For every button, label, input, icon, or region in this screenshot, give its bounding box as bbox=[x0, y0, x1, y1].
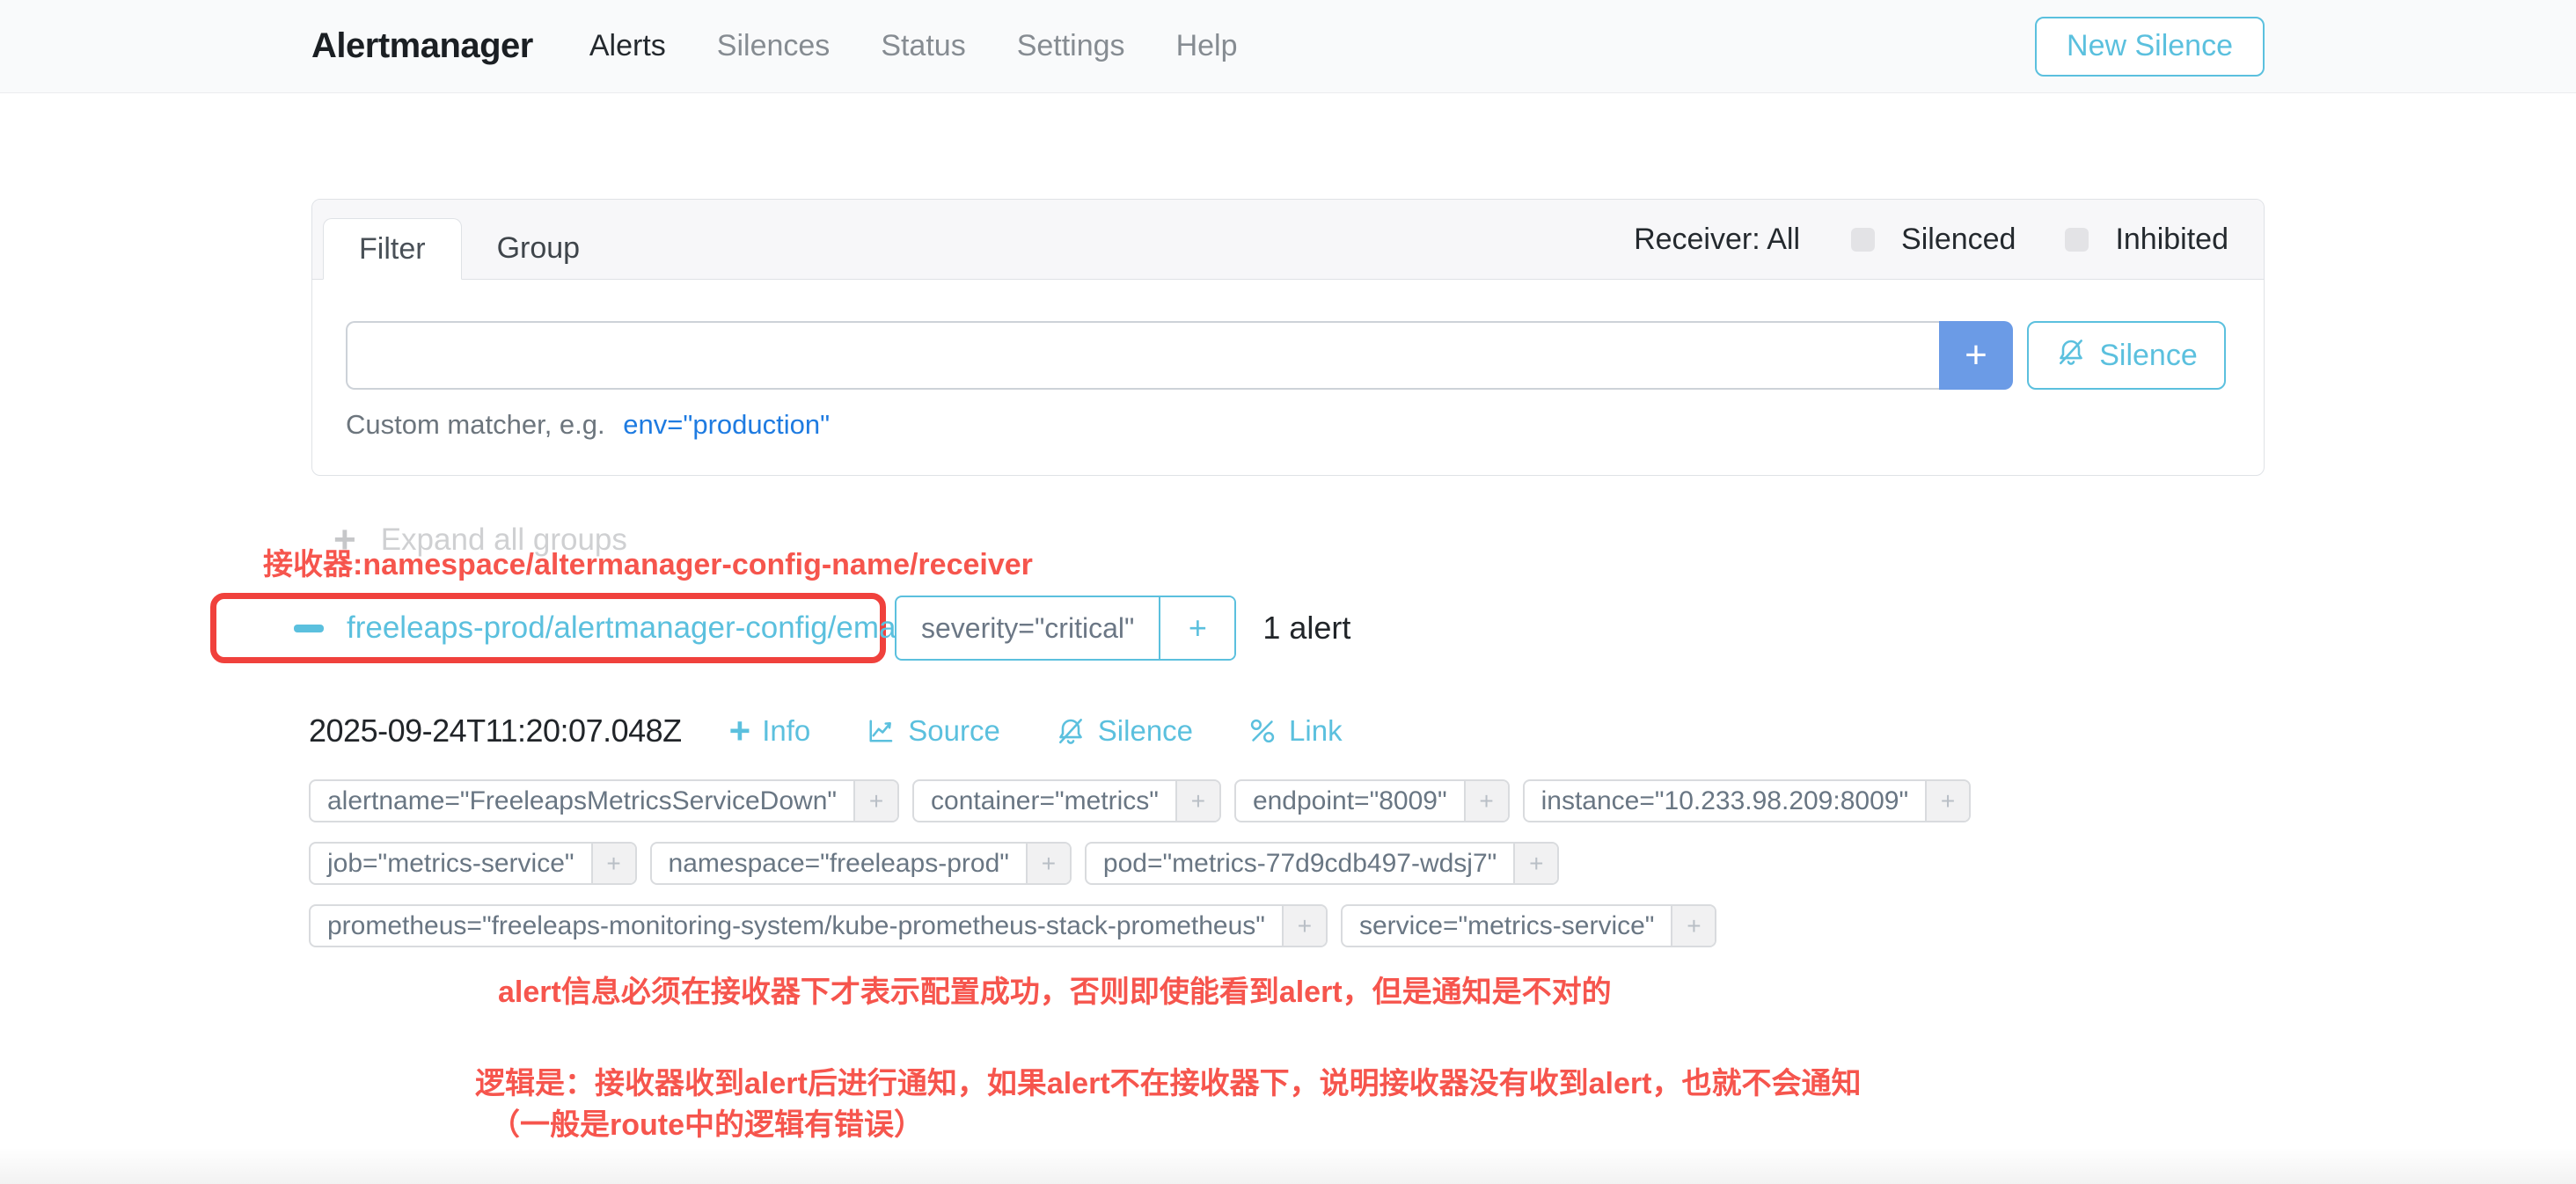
silence-link-label: Silence bbox=[1098, 714, 1193, 748]
alert-timestamp: 2025-09-24T11:20:07.048Z bbox=[309, 713, 682, 749]
alert-label-text: service="metrics-service" bbox=[1343, 906, 1672, 946]
silence-button-label: Silence bbox=[2099, 339, 2198, 373]
alert-count: 1 alert bbox=[1262, 610, 1350, 647]
inhibited-checkbox[interactable] bbox=[2065, 228, 2089, 252]
inhibited-label[interactable]: Inhibited bbox=[2115, 223, 2228, 257]
alert-label-text: instance="10.233.98.209:8009" bbox=[1525, 781, 1925, 821]
alert-label-tag: instance="10.233.98.209:8009"+ bbox=[1523, 779, 1971, 822]
label-add-button[interactable]: + bbox=[853, 781, 897, 821]
alert-label-text: alertname="FreeleapsMetricsServiceDown" bbox=[311, 781, 853, 821]
add-matcher-button[interactable]: + bbox=[1939, 321, 2013, 390]
bottom-shade bbox=[0, 1147, 2576, 1184]
label-add-button[interactable]: + bbox=[1513, 844, 1557, 883]
tab-filter-label: Filter bbox=[359, 232, 426, 267]
alert-label-text: job="metrics-service" bbox=[311, 844, 591, 883]
alert-label-tag: pod="metrics-77d9cdb497-wdsj7"+ bbox=[1085, 842, 1559, 885]
group-matcher-add-button[interactable]: + bbox=[1159, 597, 1234, 659]
hint-example-link[interactable]: env="production" bbox=[623, 409, 830, 440]
group-collapse-button[interactable]: freeleaps-prod/alertmanager-config/email bbox=[294, 610, 910, 646]
nav-item-help[interactable]: Help bbox=[1176, 29, 1238, 63]
label-add-button[interactable]: + bbox=[1282, 906, 1326, 946]
annotation-highlight-box: freeleaps-prod/alertmanager-config/email bbox=[210, 593, 886, 663]
receiver-filter[interactable]: Receiver: All bbox=[1634, 223, 1800, 257]
filter-card-header: Filter Group Receiver: All Silenced Inhi… bbox=[312, 200, 2264, 280]
alert-label-tag: job="metrics-service"+ bbox=[309, 842, 637, 885]
plus-icon: + bbox=[729, 713, 751, 749]
nav-item-silences[interactable]: Silences bbox=[717, 29, 831, 63]
alert-label-tag: prometheus="freeleaps-monitoring-system/… bbox=[309, 904, 1328, 947]
link-action[interactable]: Link bbox=[1248, 714, 1343, 748]
filter-card: Filter Group Receiver: All Silenced Inhi… bbox=[311, 199, 2265, 476]
info-link[interactable]: + Info bbox=[729, 713, 811, 749]
alert-group-row: freeleaps-prod/alertmanager-config/email… bbox=[210, 593, 1350, 663]
tab-group[interactable]: Group bbox=[462, 217, 616, 279]
label-add-button[interactable]: + bbox=[1671, 906, 1715, 946]
silence-link[interactable]: Silence bbox=[1055, 714, 1193, 748]
tab-filter[interactable]: Filter bbox=[323, 218, 462, 280]
nav-item-alerts[interactable]: Alerts bbox=[589, 29, 666, 63]
link-action-label: Link bbox=[1289, 714, 1343, 748]
alert-label-tag: service="metrics-service"+ bbox=[1341, 904, 1717, 947]
annotation-receiver-note: 接收器:namespace/altermanager-config-name/r… bbox=[263, 540, 1033, 583]
annotation-note-3: （一般是route中的逻辑有错误） bbox=[490, 1100, 924, 1144]
nav-item-settings[interactable]: Settings bbox=[1017, 29, 1125, 63]
minus-icon bbox=[294, 625, 324, 632]
source-link[interactable]: Source bbox=[865, 714, 1000, 748]
group-name: freeleaps-prod/alertmanager-config/email bbox=[347, 610, 910, 646]
filter-header-controls: Receiver: All Silenced Inhibited bbox=[1634, 200, 2228, 279]
silenced-checkbox[interactable] bbox=[1851, 228, 1875, 252]
top-navbar: Alertmanager Alerts Silences Status Sett… bbox=[0, 0, 2576, 93]
alert-label-text: prometheus="freeleaps-monitoring-system/… bbox=[311, 906, 1282, 946]
silence-button[interactable]: Silence bbox=[2027, 321, 2226, 390]
custom-matcher-hint: Custom matcher, e.g. env="production" bbox=[346, 409, 2226, 441]
source-link-label: Source bbox=[908, 714, 1000, 748]
alert-header-row: 2025-09-24T11:20:07.048Z + Info Source bbox=[309, 713, 1397, 749]
matcher-input[interactable] bbox=[346, 321, 1939, 390]
matcher-input-group: + bbox=[346, 321, 2013, 390]
label-add-button[interactable]: + bbox=[1925, 781, 1969, 821]
alert-label-text: pod="metrics-77d9cdb497-wdsj7" bbox=[1087, 844, 1513, 883]
main-nav: Alerts Silences Status Settings Help bbox=[589, 29, 1238, 63]
alertmanager-page: Alertmanager Alerts Silences Status Sett… bbox=[0, 0, 2576, 1184]
bell-slash-icon bbox=[1055, 715, 1087, 747]
label-add-button[interactable]: + bbox=[1464, 781, 1508, 821]
alert-label-text: container="metrics" bbox=[914, 781, 1175, 821]
alert-label-tag: endpoint="8009"+ bbox=[1234, 779, 1510, 822]
silenced-label[interactable]: Silenced bbox=[1901, 223, 2016, 257]
bell-slash-icon bbox=[2055, 336, 2087, 376]
annotation-note-1: alert信息必须在接收器下才表示配置成功，否则即使能看到alert，但是通知是… bbox=[498, 968, 1612, 1011]
tab-group-label: Group bbox=[497, 231, 581, 266]
group-matcher-text: severity="critical" bbox=[896, 597, 1159, 659]
alert-labels: alertname="FreeleapsMetricsServiceDown"+… bbox=[309, 779, 2064, 947]
chart-icon bbox=[865, 715, 896, 747]
hint-prefix: Custom matcher, e.g. bbox=[346, 409, 605, 440]
annotation-note-2: 逻辑是：接收器收到alert后进行通知，如果alert不在接收器下，说明接收器没… bbox=[475, 1059, 1861, 1102]
label-add-button[interactable]: + bbox=[591, 844, 635, 883]
label-add-button[interactable]: + bbox=[1175, 781, 1219, 821]
filter-card-body: + Silence Custom matcher, e.g. env="prod bbox=[312, 280, 2264, 441]
app-brand: Alertmanager bbox=[311, 26, 533, 66]
alert-label-tag: container="metrics"+ bbox=[912, 779, 1221, 822]
alert-label-text: namespace="freeleaps-prod" bbox=[652, 844, 1026, 883]
new-silence-button[interactable]: New Silence bbox=[2035, 17, 2265, 77]
group-matcher-tag: severity="critical" + bbox=[895, 596, 1236, 661]
info-link-label: Info bbox=[762, 714, 810, 748]
alert-label-tag: namespace="freeleaps-prod"+ bbox=[650, 842, 1072, 885]
link-icon bbox=[1248, 716, 1277, 746]
label-add-button[interactable]: + bbox=[1026, 844, 1070, 883]
alert-label-tag: alertname="FreeleapsMetricsServiceDown"+ bbox=[309, 779, 899, 822]
nav-item-status[interactable]: Status bbox=[881, 29, 965, 63]
alert-label-text: endpoint="8009" bbox=[1236, 781, 1464, 821]
